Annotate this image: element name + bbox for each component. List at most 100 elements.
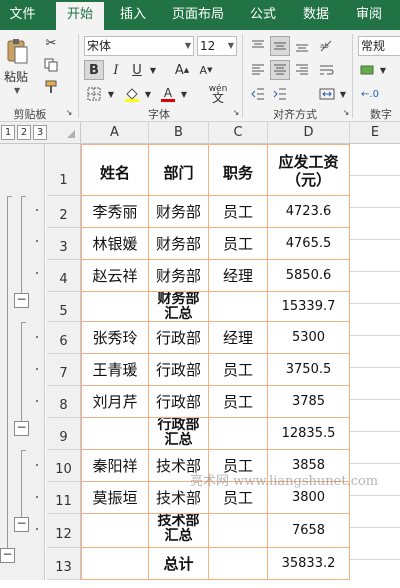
cell-name[interactable] — [81, 514, 149, 548]
cell-role[interactable] — [209, 418, 268, 450]
cut-icon[interactable]: ✂ — [42, 34, 60, 52]
column-header-a[interactable]: A — [81, 122, 149, 144]
merge-center-icon[interactable] — [316, 84, 338, 104]
row-header-10[interactable]: 10 — [47, 450, 80, 482]
cell-dept[interactable]: 财务部 — [149, 260, 209, 292]
cell-salary-total[interactable]: 35833.2 — [268, 548, 350, 580]
column-header-d[interactable]: D — [268, 122, 350, 144]
paste-button-label[interactable]: 粘贴 — [4, 68, 28, 85]
font-color-dropdown-icon[interactable]: ▼ — [179, 84, 189, 104]
clipboard-launcher-icon[interactable]: ↘ — [64, 106, 74, 118]
cell-dept[interactable]: 行政部 — [149, 386, 209, 418]
header-dept-cell[interactable]: 部门 — [149, 144, 209, 196]
font-launcher-icon[interactable]: ↘ — [231, 106, 241, 118]
cell-salary[interactable]: 3785 — [268, 386, 350, 418]
font-color-icon[interactable]: A — [158, 84, 178, 104]
cell-name[interactable] — [81, 548, 149, 580]
row-header-5[interactable]: 5 — [47, 292, 80, 322]
border-dropdown-icon[interactable]: ▼ — [106, 84, 116, 104]
cell-dept-subtotal[interactable]: 财务部 汇总 — [149, 292, 209, 322]
cell-role[interactable] — [209, 292, 268, 322]
cell-salary-subtotal[interactable]: 15339.7 — [268, 292, 350, 322]
row-header-6[interactable]: 6 — [47, 322, 80, 354]
phonetic-guide-icon[interactable]: wén 文 — [205, 83, 231, 105]
align-middle-icon[interactable] — [270, 36, 290, 56]
alignment-launcher-icon[interactable]: ↘ — [341, 106, 351, 118]
cell-salary-subtotal[interactable]: 7658 — [268, 514, 350, 548]
cell-salary[interactable]: 4723.6 — [268, 196, 350, 228]
cell-name[interactable]: 王青瑗 — [81, 354, 149, 386]
tab-formulas[interactable]: 公式 — [240, 0, 286, 30]
fill-color-icon[interactable] — [122, 84, 142, 104]
orientation-icon[interactable]: ab — [316, 36, 338, 56]
currency-dropdown-icon[interactable]: ▼ — [378, 60, 388, 80]
row-header-8[interactable]: 8 — [47, 386, 80, 418]
tab-page-layout[interactable]: 页面布局 — [165, 0, 231, 30]
border-icon[interactable] — [84, 84, 104, 104]
row-header-4[interactable]: 4 — [47, 260, 80, 292]
cell-name[interactable]: 赵云祥 — [81, 260, 149, 292]
cell-salary-subtotal[interactable]: 12835.5 — [268, 418, 350, 450]
align-center-icon[interactable] — [270, 60, 290, 80]
cell-dept[interactable]: 财务部 — [149, 196, 209, 228]
row-header-3[interactable]: 3 — [47, 228, 80, 260]
align-right-icon[interactable] — [292, 60, 312, 80]
row-header-13[interactable]: 13 — [47, 548, 80, 580]
row-header-1[interactable]: 1 — [47, 144, 80, 196]
cell-salary[interactable]: 5850.6 — [268, 260, 350, 292]
column-header-b[interactable]: B — [149, 122, 209, 144]
tab-insert[interactable]: 插入 — [110, 0, 156, 30]
cell-name[interactable]: 刘月芹 — [81, 386, 149, 418]
row-header-2[interactable]: 2 — [47, 196, 80, 228]
cell-role[interactable]: 员工 — [209, 386, 268, 418]
collapse-group-finance-icon[interactable]: − — [14, 293, 29, 308]
cell-salary[interactable]: 5300 — [268, 322, 350, 354]
chevron-down-icon[interactable]: ▼ — [228, 37, 234, 55]
row-header-9[interactable]: 9 — [47, 418, 80, 450]
font-size-combo[interactable]: 12 ▼ — [197, 36, 237, 56]
header-role-cell[interactable]: 职务 — [209, 144, 268, 196]
cell-name[interactable] — [81, 418, 149, 450]
collapse-grand-total-icon[interactable]: − — [0, 548, 15, 563]
row-header-7[interactable]: 7 — [47, 354, 80, 386]
cell-role[interactable]: 经理 — [209, 260, 268, 292]
outline-level-1-button[interactable]: 1 — [1, 125, 15, 140]
align-top-icon[interactable] — [248, 36, 268, 56]
font-name-combo[interactable]: 宋体 ▼ — [84, 36, 194, 56]
header-name-cell[interactable]: 姓名 — [81, 144, 149, 196]
copy-icon[interactable] — [42, 56, 60, 74]
row-header-11[interactable]: 11 — [47, 482, 80, 514]
collapse-group-tech-icon[interactable]: − — [14, 517, 29, 532]
cell-name[interactable]: 李秀丽 — [81, 196, 149, 228]
cell-name[interactable]: 林银媛 — [81, 228, 149, 260]
bold-button[interactable]: B — [84, 60, 104, 80]
cell-dept[interactable]: 行政部 — [149, 322, 209, 354]
align-bottom-icon[interactable] — [292, 36, 312, 56]
tab-review[interactable]: 审阅 — [346, 0, 392, 30]
increase-font-icon[interactable]: A ▲ — [172, 60, 192, 80]
column-header-e[interactable]: E — [350, 122, 400, 144]
cell-dept[interactable]: 行政部 — [149, 354, 209, 386]
decrease-indent-icon[interactable] — [248, 84, 268, 104]
format-painter-icon[interactable] — [42, 78, 60, 96]
cell-salary[interactable]: 4765.5 — [268, 228, 350, 260]
decrease-font-icon[interactable]: A ▼ — [196, 60, 216, 80]
number-format-combo[interactable]: 常规 — [358, 36, 400, 56]
italic-button[interactable]: I — [107, 60, 125, 80]
cell-dept[interactable]: 财务部 — [149, 228, 209, 260]
paste-dropdown-icon[interactable]: ▼ — [14, 86, 20, 95]
underline-dropdown-icon[interactable]: ▼ — [148, 60, 158, 80]
cell-role[interactable]: 员工 — [209, 196, 268, 228]
tab-home[interactable]: 开始 — [56, 0, 104, 30]
outline-level-2-button[interactable]: 2 — [17, 125, 31, 140]
paste-icon[interactable] — [4, 36, 30, 66]
currency-format-icon[interactable] — [358, 60, 378, 80]
cell-role[interactable]: 员工 — [209, 228, 268, 260]
cell-name[interactable]: 莫振垣 — [81, 482, 149, 514]
cell-name[interactable]: 张秀玲 — [81, 322, 149, 354]
column-header-c[interactable]: C — [209, 122, 268, 144]
column-e-cells[interactable] — [350, 144, 400, 580]
align-left-icon[interactable] — [248, 60, 268, 80]
cell-name[interactable] — [81, 292, 149, 322]
merge-dropdown-icon[interactable]: ▼ — [339, 84, 347, 104]
